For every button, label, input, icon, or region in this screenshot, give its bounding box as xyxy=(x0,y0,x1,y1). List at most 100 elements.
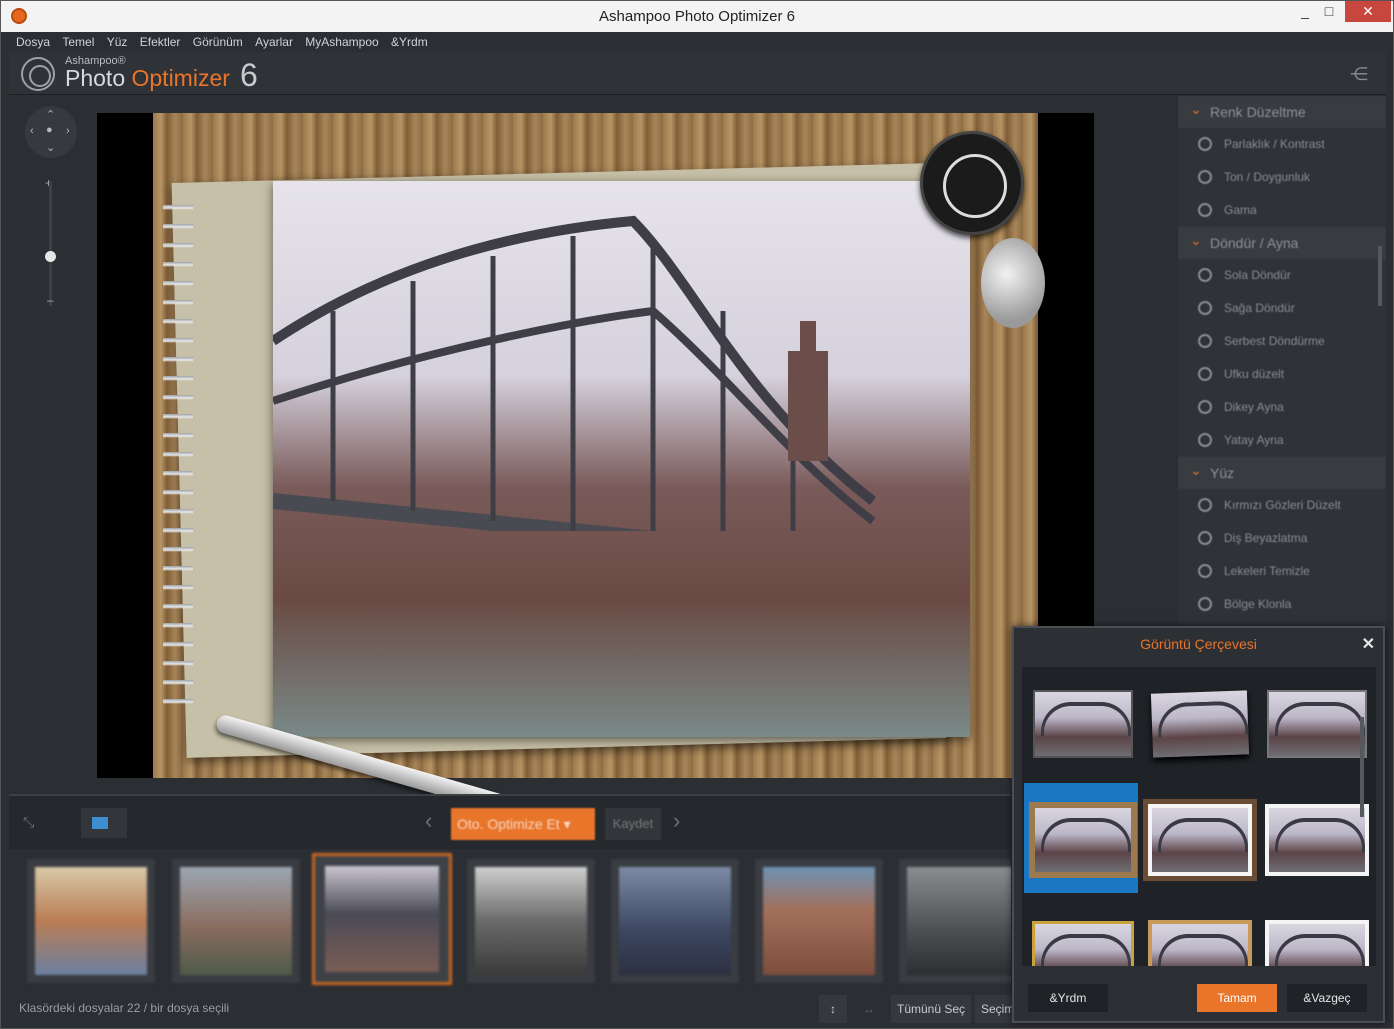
auto-optimize-button[interactable]: Oto. Optimize Et ▾ xyxy=(451,808,595,840)
horizontal-mirror-icon xyxy=(1198,433,1212,447)
tool-label: Yatay Ayna xyxy=(1224,433,1284,447)
thumbnail-item[interactable] xyxy=(611,859,739,983)
menu-settings[interactable]: Ayarlar xyxy=(255,32,293,52)
view-mode-button[interactable] xyxy=(81,808,127,838)
pan-left-icon[interactable]: ‹ xyxy=(30,125,34,137)
menu-myashampoo[interactable]: MyAshampoo xyxy=(305,32,378,52)
tool-label: Gama xyxy=(1224,203,1257,217)
vertical-arrows-icon[interactable]: ↕ xyxy=(819,995,847,1023)
menu-basic[interactable]: Temel xyxy=(62,32,94,52)
aperture-badge-icon xyxy=(920,131,1024,235)
tool-vertical-mirror[interactable]: Dikey Ayna xyxy=(1178,391,1386,424)
blemish-icon xyxy=(1198,564,1212,578)
tool-label: Sola Döndür xyxy=(1224,268,1291,282)
horizon-icon xyxy=(1198,367,1212,381)
thumbnail-item[interactable] xyxy=(27,859,155,983)
frame-style-tile[interactable] xyxy=(1258,783,1372,893)
tool-horizontal-mirror[interactable]: Yatay Ayna xyxy=(1178,424,1386,457)
tool-hue-saturation[interactable]: Ton / Doygunluk xyxy=(1178,161,1386,194)
tool-free-rotate[interactable]: Serbest Döndürme xyxy=(1178,325,1386,358)
frame-style-tile[interactable] xyxy=(1258,899,1372,966)
tool-rotate-right[interactable]: Sağa Döndür xyxy=(1178,292,1386,325)
clone-icon xyxy=(1198,597,1212,611)
menu-bar: Dosya Temel Yüz Efektler Görünüm Ayarlar… xyxy=(9,32,1386,52)
dialog-close-icon[interactable]: ✕ xyxy=(1362,634,1375,654)
frame-style-tile[interactable] xyxy=(1024,899,1138,966)
tool-gamma[interactable]: Gama xyxy=(1178,194,1386,227)
tool-rotate-left[interactable]: Sola Döndür xyxy=(1178,259,1386,292)
menu-effects[interactable]: Efektler xyxy=(140,32,181,52)
frame-style-tile[interactable] xyxy=(1141,783,1255,893)
brand-word-optimizer: Optimizer xyxy=(131,65,230,91)
pan-up-icon[interactable]: ⌃ xyxy=(46,108,55,121)
section-face[interactable]: Yüz xyxy=(1178,454,1386,489)
menu-face[interactable]: Yüz xyxy=(107,32,128,52)
dialog-title: Görüntü Çerçevesi xyxy=(1140,636,1257,652)
pan-navigator[interactable]: ⌃ ‹ ● › ⌄ xyxy=(25,106,77,158)
dialog-scrollbar[interactable] xyxy=(1360,717,1364,817)
thumbnail-item[interactable] xyxy=(172,859,300,983)
tool-label: Ufku düzelt xyxy=(1224,367,1285,381)
zoom-out-icon[interactable]: – xyxy=(47,293,54,307)
menu-file[interactable]: Dosya xyxy=(16,32,50,52)
tool-blemish-removal[interactable]: Lekeleri Temizle xyxy=(1178,555,1386,588)
tooth-icon xyxy=(1198,531,1212,545)
sidebar-scrollbar[interactable] xyxy=(1378,246,1382,306)
preview-area: ⌃ ‹ ● › ⌄ + – xyxy=(9,96,1177,850)
frame-style-tile-selected[interactable] xyxy=(1024,783,1138,893)
brand-bar: Ashampoo® Photo Optimizer 6 ⋲ xyxy=(9,52,1386,95)
close-button[interactable]: ✕ xyxy=(1345,1,1391,22)
thumbnail-item[interactable] xyxy=(467,859,595,983)
save-button[interactable]: Kaydet xyxy=(605,808,661,840)
menu-view[interactable]: Görünüm xyxy=(193,32,243,52)
tool-brightness-contrast[interactable]: Parlaklık / Kontrast xyxy=(1178,128,1386,161)
tool-red-eye[interactable]: Kırmızı Gözleri Düzelt xyxy=(1178,489,1386,522)
tool-label: Lekeleri Temizle xyxy=(1224,564,1310,578)
brand-version: 6 xyxy=(240,57,258,93)
contrast-icon xyxy=(1198,137,1212,151)
dialog-cancel-button[interactable]: &Vazgeç xyxy=(1287,984,1367,1012)
frame-style-tile[interactable] xyxy=(1258,667,1372,777)
rotate-left-icon xyxy=(1198,268,1212,282)
frame-style-tile[interactable] xyxy=(1141,899,1255,966)
frame-style-tile[interactable] xyxy=(1141,667,1255,777)
photo-preview xyxy=(97,113,1094,850)
image-frame-dialog: Görüntü Çerçevesi ✕ &Yrdm Tamam &Vazgeç xyxy=(1012,626,1385,1023)
next-image-button[interactable]: › xyxy=(673,808,680,834)
previous-image-button[interactable]: ‹ xyxy=(425,808,432,834)
free-rotate-icon xyxy=(1198,334,1212,348)
thumbnail-strip xyxy=(9,849,1011,991)
status-text: Klasördeki dosyalar 22 / bir dosya seçil… xyxy=(19,1001,230,1015)
title-bar: Ashampoo Photo Optimizer 6 _ □ ✕ xyxy=(1,1,1393,32)
share-icon[interactable]: ⋲ xyxy=(1350,64,1370,84)
pan-center-icon[interactable]: ● xyxy=(46,124,53,136)
brand-word-photo: Photo xyxy=(65,65,126,91)
zoom-slider[interactable] xyxy=(49,181,52,306)
tool-label: Ton / Doygunluk xyxy=(1224,170,1311,184)
tool-clone-region[interactable]: Bölge Klonla xyxy=(1178,588,1386,621)
select-all-button[interactable]: Tümünü Seç xyxy=(891,995,972,1023)
tool-label: Sağa Döndür xyxy=(1224,301,1295,315)
bottom-toolbar: ⤡ ‹ Oto. Optimize Et ▾ Kaydet › xyxy=(9,794,1011,849)
tool-label: Kırmızı Gözleri Düzelt xyxy=(1224,498,1341,512)
frame-style-tile[interactable] xyxy=(1024,667,1138,777)
collapse-icon[interactable]: ⤡ xyxy=(23,814,34,831)
tool-straighten-horizon[interactable]: Ufku düzelt xyxy=(1178,358,1386,391)
thumbnail-item[interactable] xyxy=(899,859,1011,983)
menu-help[interactable]: &Yrdm xyxy=(391,32,428,52)
vertical-mirror-icon xyxy=(1198,400,1212,414)
dialog-ok-button[interactable]: Tamam xyxy=(1197,984,1277,1012)
thumbnail-item-selected[interactable] xyxy=(312,853,452,985)
dialog-help-button[interactable]: &Yrdm xyxy=(1028,984,1108,1012)
pan-down-icon[interactable]: ⌄ xyxy=(46,141,55,154)
section-color-correction[interactable]: Renk Düzeltme xyxy=(1178,96,1386,128)
maximize-button[interactable]: □ xyxy=(1314,1,1344,22)
pan-right-icon[interactable]: › xyxy=(66,125,70,137)
horizontal-arrows-icon[interactable]: ↔ xyxy=(855,995,883,1023)
thumbnail-item[interactable] xyxy=(755,859,883,983)
section-rotate-mirror[interactable]: Döndür / Ayna xyxy=(1178,224,1386,259)
auto-optimize-label: Oto. Optimize Et xyxy=(457,816,560,832)
frame-spiral-rings xyxy=(163,191,193,711)
zoom-slider-knob[interactable] xyxy=(45,251,56,262)
tool-teeth-whitening[interactable]: Diş Beyazlatma xyxy=(1178,522,1386,555)
